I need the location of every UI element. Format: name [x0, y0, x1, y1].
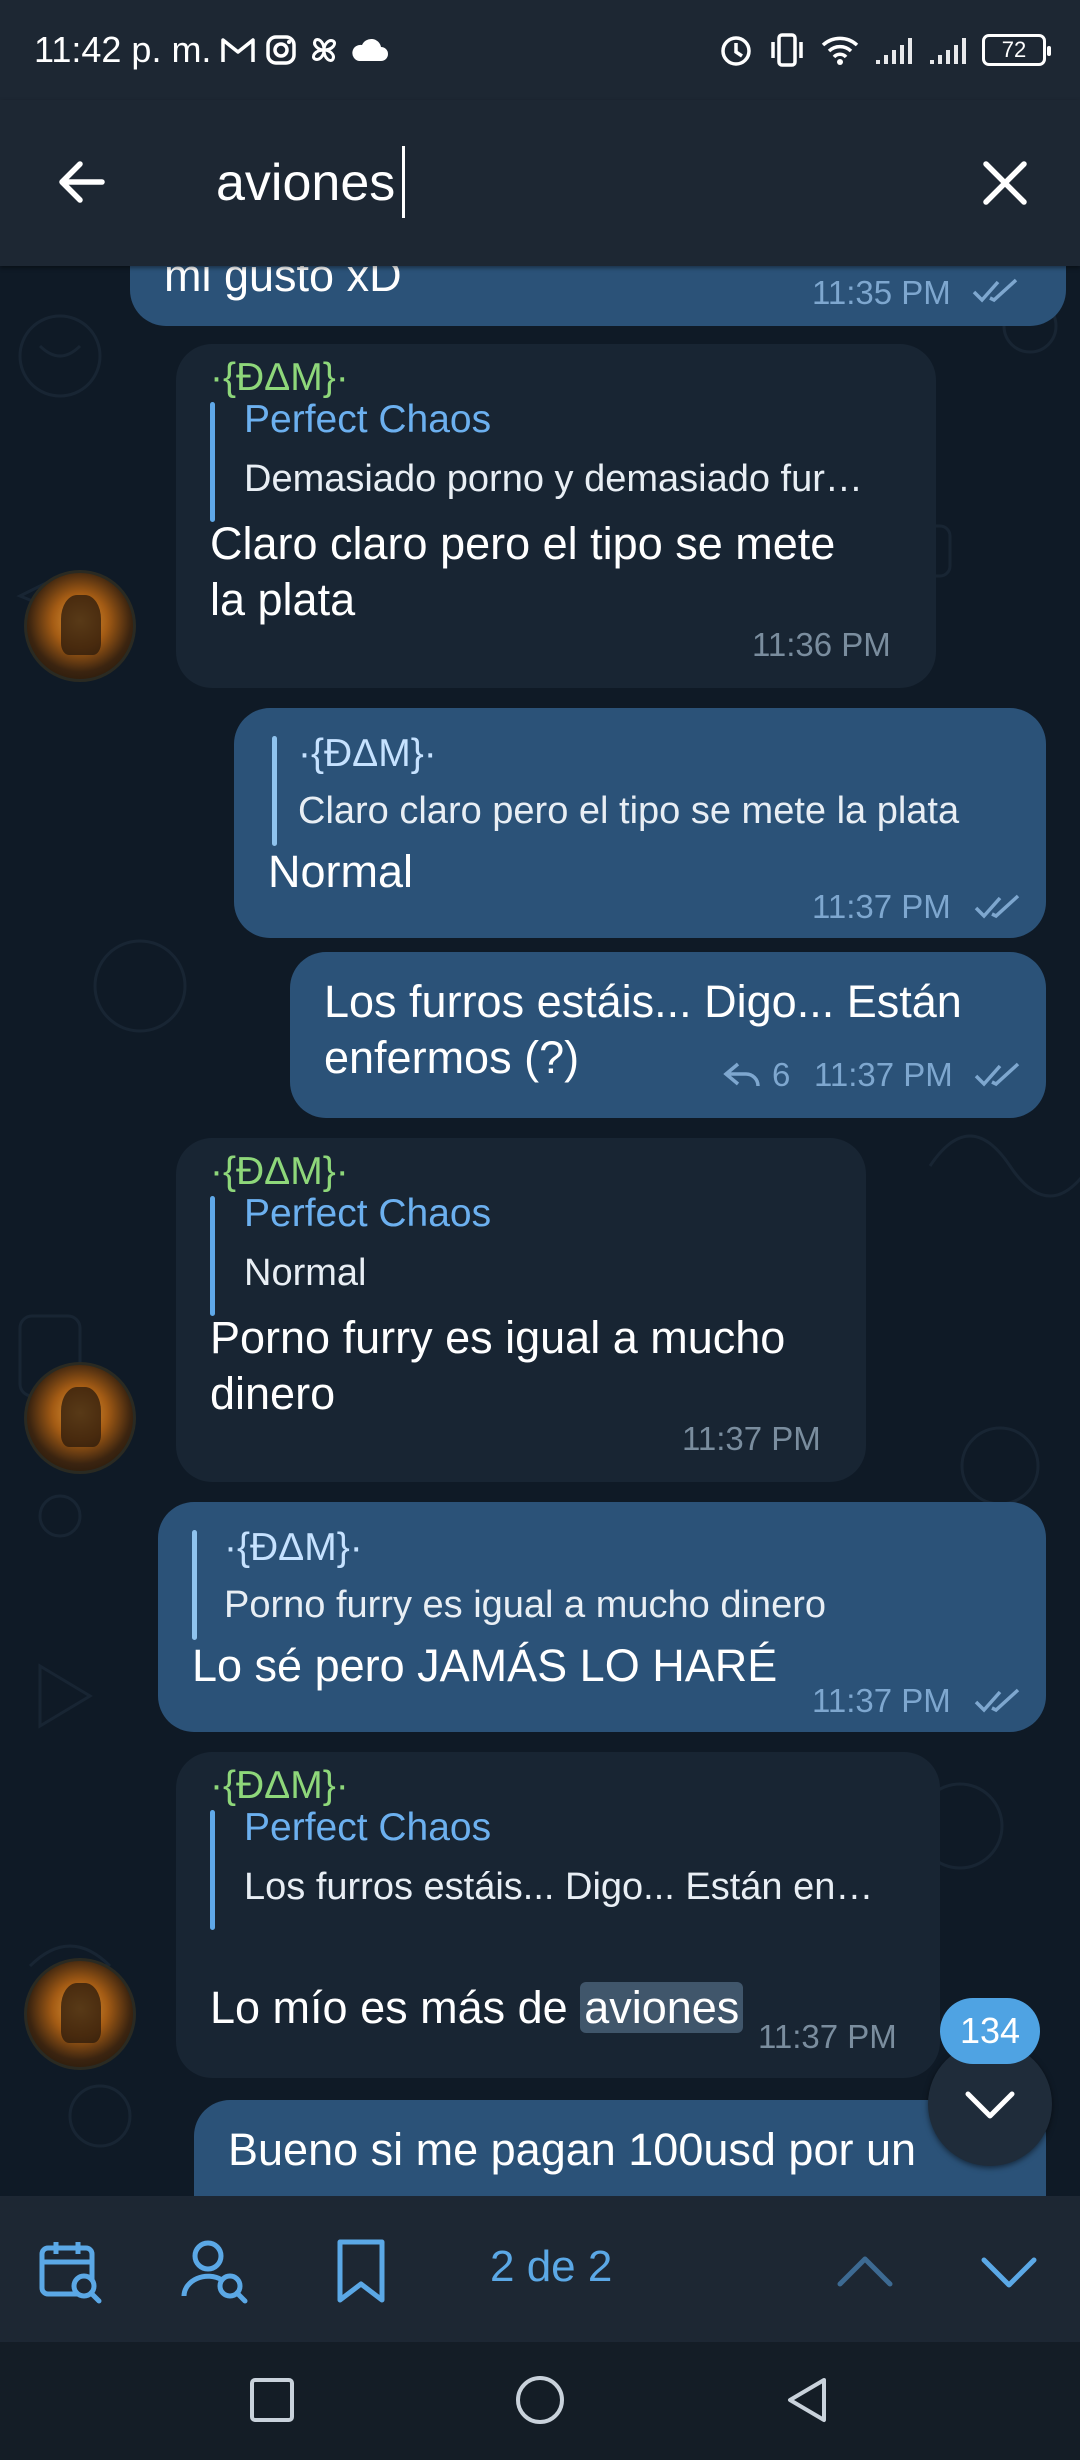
reply-quote-bar: [210, 1810, 215, 1930]
reply-quote-bar: [192, 1530, 197, 1640]
search-input[interactable]: [216, 140, 916, 226]
circle-home-icon[interactable]: [512, 2372, 568, 2428]
search-match-highlight: aviones: [580, 1982, 744, 2033]
message-text: mi gusto xD: [164, 266, 402, 301]
message-time: 11:37 PM: [812, 888, 951, 925]
search-results-bar: 2 de 2: [0, 2196, 1080, 2342]
message-text: Porno furry es igual a mucho dinero: [210, 1312, 786, 1419]
message-time: 11:37 PM: [682, 1420, 821, 1457]
message-text: Claro claro pero el tipo se mete la plat…: [210, 518, 836, 625]
chat-area[interactable]: mi gusto xD 11:35 PM ·{ĐΔM}· Perfect Cha…: [0, 266, 1080, 2196]
reply-count: 6: [772, 1056, 791, 1093]
signal-icon: [874, 30, 914, 70]
reply-quote-bar: [210, 1196, 215, 1316]
reply-author: Perfect Chaos: [244, 1806, 492, 1849]
reply-quote-bar: [272, 736, 277, 846]
pinwheel-icon: [307, 30, 341, 70]
read-checkmarks-icon: [974, 1062, 1020, 1087]
battery-icon: 72: [982, 34, 1051, 66]
message-time: 11:37 PM: [758, 2018, 897, 2055]
system-navigation-bar: [0, 2342, 1080, 2460]
alarm-icon: [718, 30, 754, 70]
chevron-down-icon[interactable]: [974, 2236, 1044, 2306]
reply-text: Demasiado porno y demasiado fur…: [244, 458, 863, 500]
status-bar: 11:42 p. m. 72: [0, 0, 1080, 100]
message-text: Lo sé pero JAMÁS LO HARÉ: [192, 1640, 778, 1691]
read-checkmarks-icon: [972, 278, 1018, 303]
reply-quote-bar: [210, 402, 215, 522]
wifi-icon: [820, 30, 860, 70]
status-time: 11:42 p. m.: [34, 29, 212, 70]
triangle-back-icon[interactable]: [780, 2372, 836, 2428]
sender-name: ·{ĐΔM}·: [210, 356, 349, 399]
search-result-counter: 2 de 2: [490, 2242, 613, 2291]
search-header: [0, 100, 1080, 266]
cloud-icon: [351, 30, 389, 70]
reply-author: ·{ĐΔM}·: [298, 732, 437, 775]
text-caret: [402, 146, 405, 218]
message-incoming[interactable]: ·{ĐΔM}· Perfect Chaos Los furros estáis.…: [176, 1752, 940, 2078]
reply-arrow-icon: [723, 1062, 760, 1087]
chevron-down-icon: [965, 2091, 1015, 2119]
message-incoming[interactable]: ·{ĐΔM}· Perfect Chaos Normal Porno furry…: [176, 1138, 866, 1482]
arrow-left-icon[interactable]: [52, 152, 112, 212]
message-time: 11:35 PM: [812, 274, 951, 311]
vibrate-icon: [768, 30, 806, 70]
reply-text: Claro claro pero el tipo se mete la plat…: [298, 790, 960, 832]
read-checkmarks-icon: [974, 894, 1020, 919]
avatar[interactable]: [24, 1958, 136, 2070]
reply-text: Normal: [244, 1252, 367, 1294]
message-time: 11:36 PM: [752, 626, 891, 663]
sender-name: ·{ĐΔM}·: [210, 1764, 349, 1807]
message-text-plain: Lo mío es más de: [210, 1982, 581, 2033]
message-time: 11:37 PM: [812, 1682, 951, 1719]
message-incoming[interactable]: ·{ĐΔM}· Perfect Chaos Demasiado porno y …: [176, 344, 936, 688]
sender-name: ·{ĐΔM}·: [210, 1150, 349, 1193]
message-outgoing[interactable]: mi gusto xD 11:35 PM: [130, 266, 1066, 326]
reply-text: Porno furry es igual a mucho dinero: [224, 1584, 826, 1626]
reply-author: Perfect Chaos: [244, 1192, 492, 1235]
message-outgoing[interactable]: Bueno si me pagan 100usd por un: [194, 2100, 1046, 2196]
message-text: Lo mío es más de aviones: [210, 1924, 744, 2036]
gmail-icon: [221, 30, 256, 70]
message-text: Bueno si me pagan 100usd por un: [228, 2124, 917, 2175]
message-outgoing[interactable]: Los furros estáis... Digo... Están enfer…: [290, 952, 1046, 1118]
chevron-up-icon[interactable]: [830, 2236, 900, 2306]
reply-author: Perfect Chaos: [244, 398, 492, 441]
message-time: 11:37 PM: [814, 1056, 953, 1093]
read-checkmarks-icon: [974, 1688, 1020, 1713]
bookmark-icon[interactable]: [326, 2236, 396, 2306]
battery-level: 72: [1001, 37, 1027, 62]
unread-count-badge: 134: [940, 1998, 1040, 2064]
message-text: Normal: [268, 846, 414, 897]
close-icon[interactable]: [980, 158, 1030, 208]
calendar-search-icon[interactable]: [36, 2236, 106, 2306]
reply-author: ·{ĐΔM}·: [224, 1526, 363, 1569]
signal-icon: [928, 30, 968, 70]
user-search-icon[interactable]: [180, 2236, 250, 2306]
message-outgoing[interactable]: ·{ĐΔM}· Porno furry es igual a mucho din…: [158, 1502, 1046, 1732]
instagram-icon: [265, 30, 297, 70]
reply-text: Los furros estáis... Digo... Están en…: [244, 1866, 874, 1908]
square-recents-icon[interactable]: [244, 2372, 300, 2428]
avatar[interactable]: [24, 570, 136, 682]
avatar[interactable]: [24, 1362, 136, 1474]
message-outgoing[interactable]: ·{ĐΔM}· Claro claro pero el tipo se mete…: [234, 708, 1046, 938]
